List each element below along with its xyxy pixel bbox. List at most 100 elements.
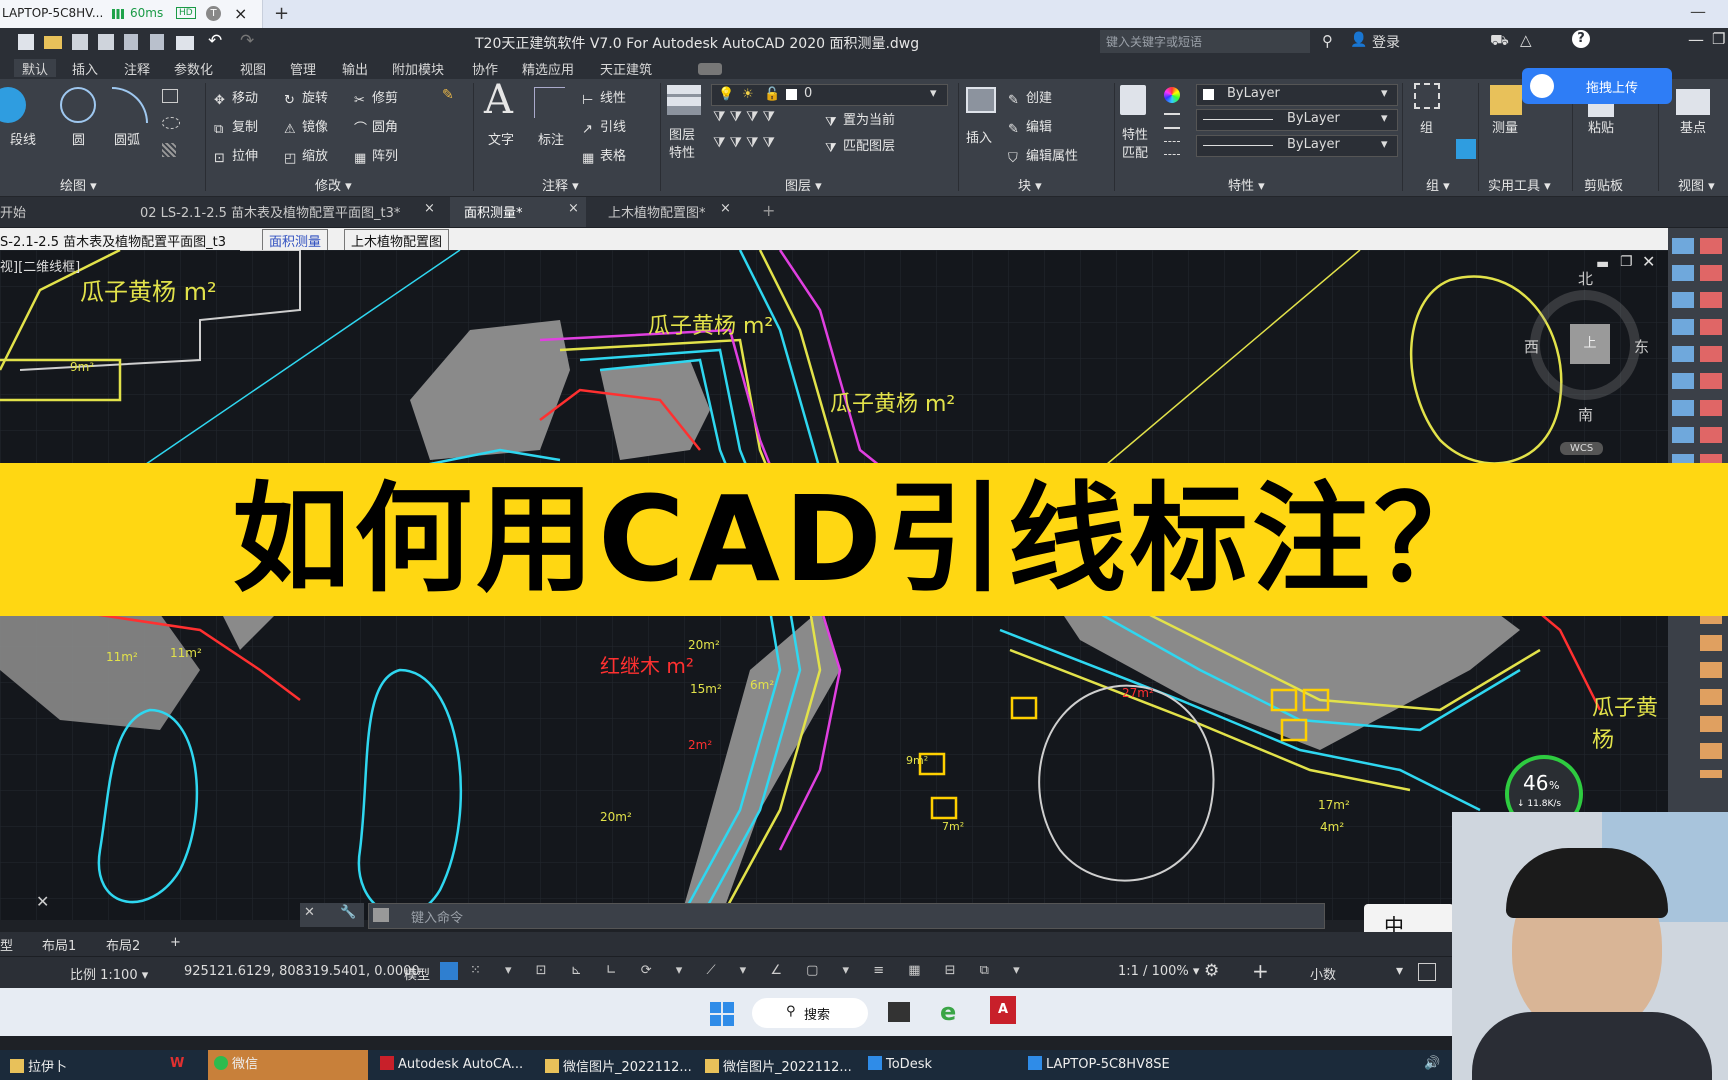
- view-panel-label[interactable]: 视图 ▾: [1678, 175, 1715, 194]
- viewport-close-icon[interactable]: ✕: [1642, 252, 1655, 271]
- lineweight-dropdown[interactable]: ByLayer ▾: [1196, 109, 1398, 131]
- scale-selector[interactable]: 比例 1:100 ▾: [70, 964, 148, 983]
- stretch-button[interactable]: ⊡ 拉伸: [214, 145, 258, 166]
- linear-button[interactable]: ⊢ 线性: [582, 87, 626, 108]
- layout-tab-model[interactable]: 型: [0, 935, 13, 954]
- doc-tab-planting[interactable]: 上木植物配置图* ×: [596, 197, 742, 227]
- edit-attributes-button[interactable]: ⛉ 编辑属性: [1008, 145, 1078, 166]
- fillet-button[interactable]: ⌒ 圆角: [354, 116, 398, 137]
- autocad-icon[interactable]: A: [990, 996, 1016, 1024]
- cart-icon[interactable]: ⛟: [1490, 31, 1509, 51]
- remote-host-tab[interactable]: LAPTOP-5C8HV... 60ms HD T ×: [0, 0, 263, 28]
- minimize-remote-button[interactable]: —: [1690, 2, 1706, 21]
- command-line[interactable]: 键入命令: [368, 903, 1325, 929]
- trim-button[interactable]: ✂ 修剪: [354, 87, 398, 108]
- utilities-panel-label[interactable]: 实用工具 ▾: [1488, 175, 1551, 194]
- tab-view[interactable]: 视图: [240, 59, 266, 78]
- tab-output[interactable]: 输出: [342, 59, 368, 78]
- wps-icon[interactable]: W: [170, 1056, 184, 1071]
- file-tab-planting[interactable]: 上木植物配置图: [344, 229, 450, 252]
- group-panel-label[interactable]: 组 ▾: [1426, 175, 1450, 194]
- close-icon[interactable]: ✕: [36, 892, 49, 911]
- table-button[interactable]: ▦ 表格: [582, 145, 626, 166]
- tab-insert[interactable]: 插入: [72, 59, 98, 78]
- create-block-button[interactable]: ✎ 创建: [1008, 87, 1052, 108]
- wrench-icon[interactable]: 🔧: [340, 905, 356, 920]
- close-icon[interactable]: ×: [568, 201, 579, 216]
- file-tab-area-measure[interactable]: 面积测量: [262, 229, 329, 252]
- viewcube-south[interactable]: 南: [1578, 404, 1593, 425]
- rotate-button[interactable]: ↻ 旋转: [284, 87, 328, 108]
- close-tab-icon[interactable]: ×: [234, 4, 247, 23]
- viewport-restore-icon[interactable]: ❐: [1620, 254, 1633, 270]
- windows-start-icon[interactable]: [710, 1002, 734, 1026]
- circle-button[interactable]: 圆: [72, 129, 85, 148]
- match-properties-button[interactable]: 特性 匹配: [1122, 127, 1148, 163]
- dimension-button[interactable]: 标注: [538, 129, 564, 148]
- grid-toggle-icon[interactable]: [440, 962, 458, 980]
- print-icon[interactable]: [176, 36, 194, 50]
- close-command-icon[interactable]: ✕: [304, 905, 315, 920]
- modify-panel-label[interactable]: 修改 ▾: [315, 175, 352, 194]
- viewcube-west[interactable]: 西: [1524, 336, 1539, 357]
- add-layout-button[interactable]: +: [170, 935, 181, 950]
- measure-button[interactable]: 测量: [1492, 117, 1518, 136]
- task-view-icon[interactable]: [888, 1002, 910, 1022]
- save-as-icon[interactable]: [98, 34, 114, 50]
- window-restore-icon[interactable]: ❐: [1712, 30, 1725, 48]
- draw-panel-label[interactable]: 绘图 ▾: [60, 175, 97, 194]
- erase-icon[interactable]: ✎: [442, 87, 454, 103]
- model-space-toggle[interactable]: 模型: [404, 964, 430, 983]
- user-icon[interactable]: 👤: [1350, 32, 1367, 48]
- wcs-menu[interactable]: WCS: [1560, 442, 1604, 455]
- copy-button[interactable]: ⧉ 复制: [214, 116, 258, 137]
- mirror-button[interactable]: ⚠ 镜像: [284, 116, 328, 137]
- match-layer-button[interactable]: ⧩ 匹配图层: [825, 135, 895, 156]
- taskbar-item-autocad[interactable]: Autodesk AutoCA...: [380, 1056, 523, 1072]
- taskbar-item-image1[interactable]: 微信图片_2022112...: [545, 1056, 692, 1075]
- paste-button[interactable]: 粘贴: [1588, 117, 1614, 136]
- doc-tab-start[interactable]: 开始: [0, 202, 26, 221]
- annotation-panel-label[interactable]: 注释 ▾: [542, 175, 579, 194]
- polyline-button[interactable]: 段线: [10, 129, 36, 148]
- group-select-icon[interactable]: [1456, 139, 1476, 159]
- rectangle-icon[interactable]: [162, 89, 178, 103]
- undo-icon[interactable]: ↶: [208, 31, 222, 51]
- annotation-scale[interactable]: 1:1 / 100% ▾: [1118, 964, 1199, 979]
- open-icon[interactable]: [44, 36, 62, 49]
- layers-panel-label[interactable]: 图层 ▾: [785, 175, 822, 194]
- taskbar-item-wechat[interactable]: 微信: [208, 1050, 368, 1080]
- viewport-minimize-icon[interactable]: ▬: [1596, 256, 1609, 272]
- viewcube-north[interactable]: 北: [1578, 268, 1593, 289]
- customize-icon[interactable]: [1418, 963, 1436, 981]
- layer-dropdown[interactable]: 💡 ☀ 🔓 0 ▾: [711, 84, 948, 106]
- layer-tools-row2[interactable]: ⧩⧩⧩⧩: [713, 135, 779, 151]
- block-panel-label[interactable]: 块 ▾: [1018, 175, 1042, 194]
- linetype-dropdown[interactable]: ByLayer ▾: [1196, 135, 1398, 157]
- clipboard-panel-label[interactable]: 剪贴板: [1584, 175, 1623, 194]
- tab-tangent[interactable]: 天正建筑: [600, 59, 652, 78]
- publish-icon[interactable]: [150, 34, 164, 50]
- volume-icon[interactable]: 🔊: [1424, 1056, 1440, 1071]
- drafting-toggles[interactable]: ⁙ ▾ ⊡ ⊾ ∟ ⟳ ▾ ⟋ ▾ ∠ ▢ ▾ ≡ ▦ ⊟ ⧉ ▾: [470, 963, 1030, 981]
- base-view-button[interactable]: 基点: [1680, 117, 1706, 136]
- login-link[interactable]: 登录: [1372, 32, 1400, 52]
- autodesk-a360-icon[interactable]: △: [1520, 31, 1532, 49]
- arc-button[interactable]: 圆弧: [114, 129, 140, 148]
- array-button[interactable]: ▦ 阵列: [354, 145, 398, 166]
- plot-icon[interactable]: [124, 34, 138, 50]
- chevron-down-icon[interactable]: ▾: [1396, 963, 1403, 979]
- ellipse-icon[interactable]: [162, 117, 180, 129]
- close-icon[interactable]: ×: [424, 201, 435, 216]
- layer-properties-button[interactable]: 图层 特性: [669, 127, 695, 163]
- file-tab-plan[interactable]: S-2.1-2.5 苗木表及植物配置平面图_t3: [0, 231, 226, 250]
- text-button[interactable]: 文字: [488, 129, 514, 148]
- viewport-label[interactable]: 视][二维线框]: [0, 256, 80, 275]
- ie-icon[interactable]: e: [940, 998, 956, 1026]
- new-doc-tab-button[interactable]: +: [762, 201, 775, 220]
- redo-icon[interactable]: ↷: [240, 31, 254, 51]
- move-button[interactable]: ✥ 移动: [214, 87, 258, 108]
- insert-button[interactable]: 插入: [966, 127, 992, 146]
- help-icon[interactable]: ?: [1572, 30, 1590, 48]
- color-dropdown[interactable]: ByLayer ▾: [1196, 84, 1398, 106]
